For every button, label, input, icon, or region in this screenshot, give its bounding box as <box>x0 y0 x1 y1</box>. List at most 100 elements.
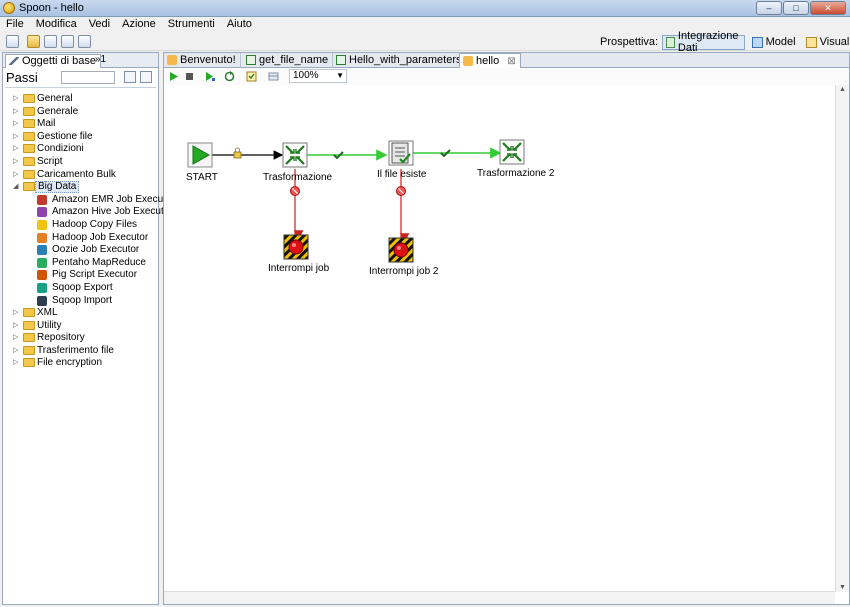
perspective-model-label: Model <box>765 36 796 48</box>
perspective-model-button[interactable]: Model <box>749 35 799 50</box>
expand-arrow-icon[interactable]: ▷ <box>13 332 18 344</box>
canvas-vertical-scrollbar[interactable]: ▲ ▼ <box>835 85 849 592</box>
run-options-icon[interactable] <box>204 71 215 82</box>
expand-arrow-icon[interactable]: ▷ <box>13 307 18 319</box>
tree-folder-item[interactable]: ▷ Trasferimento file <box>3 345 158 358</box>
trasformazione-2-node-label: Trasformazione 2 <box>477 168 555 179</box>
more-tabs-chevron[interactable]: »1 <box>95 54 106 65</box>
expand-arrow-icon[interactable]: ▷ <box>13 169 18 181</box>
tab-get-file-name-label: get_file_name <box>259 54 329 66</box>
perspective-visualize-button[interactable]: Visualize <box>803 35 850 50</box>
failure-icon <box>396 186 406 196</box>
trasformazione-node[interactable] <box>282 142 308 168</box>
tree-step-item[interactable]: Oozie Job Executor <box>3 244 158 257</box>
tree-item-label: Generale <box>37 105 79 117</box>
menu-azione[interactable]: Azione <box>116 17 162 33</box>
perspective-integrazione-dati-button[interactable]: Integrazione Dati <box>662 30 745 54</box>
run-icon[interactable] <box>168 71 179 82</box>
tree-step-item[interactable]: Amazon EMR Job Executor <box>3 194 175 207</box>
editor-tabstrip: Benvenuto! get_file_name Hello_with_para… <box>164 53 849 69</box>
tab-oggetti-di-base[interactable]: Oggetti di base <box>5 54 101 68</box>
collapse-arrow-icon[interactable]: ◢ <box>13 181 18 193</box>
trasformazione-node-label: Trasformazione <box>263 172 333 183</box>
tab-hello[interactable]: hello ⊠ <box>459 53 521 69</box>
zoom-select[interactable]: 100% ▼ <box>289 69 347 83</box>
collapse-all-icon[interactable] <box>140 71 152 83</box>
tree-step-item[interactable]: Amazon Hive Job Executor <box>3 206 173 219</box>
close-window-button[interactable]: ✕ <box>810 1 846 15</box>
tree-folder-item[interactable]: ▷ Utility <box>3 320 158 333</box>
tree-folder-item[interactable]: ▷ Caricamento Bulk <box>3 169 158 182</box>
check-job-icon[interactable] <box>246 71 257 82</box>
tab-benvenuto[interactable]: Benvenuto! <box>164 53 241 68</box>
save-icon[interactable] <box>61 35 74 48</box>
job-icon <box>167 55 177 65</box>
menu-vedi[interactable]: Vedi <box>83 17 116 33</box>
tree-item-label: General <box>37 93 73 104</box>
abort-job-node[interactable] <box>283 234 309 260</box>
tree-item-label: File encryption <box>37 357 103 369</box>
expand-all-icon[interactable] <box>124 71 136 83</box>
expand-arrow-icon[interactable]: ▷ <box>13 118 18 130</box>
tree-folder-item[interactable]: ▷ Generale <box>3 106 158 119</box>
tree-step-item[interactable]: Pentaho MapReduce <box>3 257 158 270</box>
steps-search-input[interactable] <box>61 71 115 84</box>
visualize-icon <box>805 36 817 48</box>
lock-icon <box>233 147 242 159</box>
save-as-icon[interactable] <box>78 35 91 48</box>
tree-step-item[interactable]: Pig Script Executor <box>3 269 158 282</box>
tree-folder-item[interactable]: ▷ Script <box>3 156 158 169</box>
canvas-horizontal-scrollbar[interactable] <box>164 591 835 604</box>
file-exists-node[interactable] <box>388 140 414 166</box>
menu-modifica[interactable]: Modifica <box>30 17 83 33</box>
scroll-up-icon[interactable]: ▲ <box>839 86 846 93</box>
folder-icon <box>23 156 35 166</box>
tree-step-item[interactable]: Sqoop Export <box>3 282 158 295</box>
expand-arrow-icon[interactable]: ▷ <box>13 131 18 143</box>
tree-folder-item[interactable]: ▷ Mail <box>3 118 158 131</box>
tree-folder-item[interactable]: ▷ Condizioni <box>3 143 158 156</box>
expand-arrow-icon[interactable]: ▷ <box>13 320 18 332</box>
tab-hello-label: hello <box>476 55 500 67</box>
expand-arrow-icon[interactable]: ▷ <box>13 156 18 168</box>
tree-step-item[interactable]: Hadoop Copy Files <box>3 219 158 232</box>
tree-step-item[interactable]: Sqoop Import <box>3 295 158 308</box>
explore-repository-icon[interactable] <box>44 35 57 48</box>
tree-folder-item[interactable]: ▷ Repository <box>3 332 158 345</box>
sql-icon[interactable] <box>268 71 279 82</box>
tab-get-file-name[interactable]: get_file_name <box>243 53 334 68</box>
tree-folder-item[interactable]: ▷ File encryption <box>3 357 158 370</box>
stop-icon[interactable] <box>184 71 195 82</box>
scroll-down-icon[interactable]: ▼ <box>839 584 846 591</box>
expand-arrow-icon[interactable]: ▷ <box>13 106 18 118</box>
tree-folder-item[interactable]: ▷ XML <box>3 307 158 320</box>
menu-strumenti[interactable]: Strumenti <box>162 17 221 33</box>
start-node[interactable] <box>187 142 213 168</box>
expand-arrow-icon[interactable]: ▷ <box>13 143 18 155</box>
menu-file[interactable]: File <box>0 17 30 33</box>
expand-arrow-icon[interactable]: ▷ <box>13 357 18 369</box>
job-canvas[interactable]: START Trasformazione Il file esiste Tras… <box>164 85 835 592</box>
window-title: Spoon - hello <box>19 2 84 14</box>
tree-folder-item[interactable]: ▷ General <box>3 93 158 106</box>
maximize-button[interactable]: □ <box>783 1 809 15</box>
tree-folder-item[interactable]: ◢ Big Data <box>3 181 158 194</box>
transformation-icon <box>336 55 346 65</box>
abort-job-2-node[interactable] <box>388 237 414 263</box>
tab-hello-with-parameters[interactable]: Hello_with_parameters <box>333 53 467 68</box>
menu-aiuto[interactable]: Aiuto <box>221 17 258 33</box>
expand-arrow-icon[interactable]: ▷ <box>13 93 18 105</box>
minimize-button[interactable]: – <box>756 1 782 15</box>
trasformazione-2-node[interactable] <box>499 139 525 165</box>
expand-arrow-icon[interactable]: ▷ <box>13 345 18 357</box>
replay-icon[interactable] <box>224 71 235 82</box>
open-folder-icon[interactable] <box>27 35 40 48</box>
tree-item-label: Hadoop Copy Files <box>52 218 138 230</box>
tree-step-item[interactable]: Hadoop Job Executor <box>3 232 158 245</box>
header-separator <box>5 87 156 90</box>
abort-job-2-node-label: Interrompi job 2 <box>369 266 439 277</box>
tab-oggetti-di-base-label: Oggetti di base <box>22 55 96 67</box>
tab-close-icon[interactable]: ⊠ <box>507 56 515 67</box>
new-file-icon[interactable] <box>6 35 19 48</box>
tree-folder-item[interactable]: ▷ Gestione file <box>3 131 158 144</box>
